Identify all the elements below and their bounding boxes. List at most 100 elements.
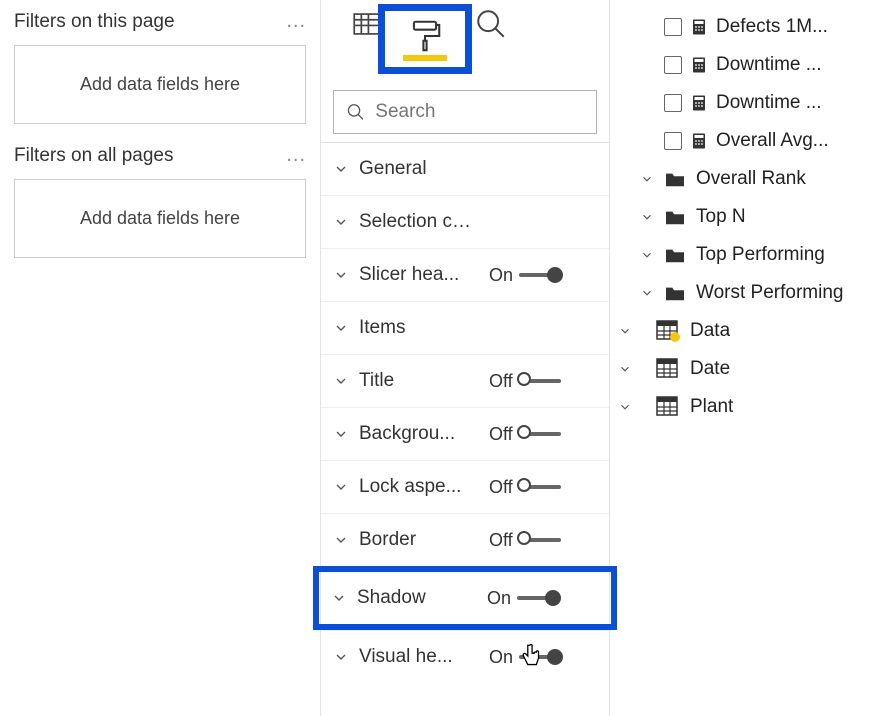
field-measure-item[interactable]: Defects 1M... <box>616 8 882 46</box>
chevron-down-icon <box>333 532 349 548</box>
toggle-state-label: On <box>487 588 511 609</box>
analytics-tab-icon[interactable] <box>471 4 511 44</box>
chevron-down-icon <box>333 267 349 283</box>
format-accordion: General Selection controls Slicer hea... On… <box>321 140 609 685</box>
toggle-state-label: Off <box>489 477 513 498</box>
format-pane: General Selection controls Slicer hea... On… <box>320 0 610 716</box>
format-section-slicer-hea-[interactable]: Slicer hea... On <box>321 248 609 301</box>
format-section-general[interactable]: General <box>321 142 609 195</box>
format-search-input[interactable] <box>375 101 584 123</box>
field-folder-item[interactable]: Worst Performing <box>616 274 882 312</box>
field-label: Top Performing <box>696 244 825 266</box>
checkbox[interactable] <box>664 56 682 74</box>
format-section-lock-aspe-[interactable]: Lock aspe... Off <box>321 460 609 513</box>
toggle-switch[interactable] <box>519 655 561 659</box>
filters-page-more-icon[interactable]: ... <box>286 10 306 33</box>
field-label: Worst Performing <box>696 282 843 304</box>
filters-allpages-more-icon[interactable]: ... <box>286 144 306 167</box>
chevron-down-icon <box>618 400 632 414</box>
filters-allpages-heading: Filters on all pages <box>14 145 173 167</box>
table-icon <box>656 320 680 342</box>
field-measure-item[interactable]: Downtime ... <box>616 46 882 84</box>
format-section-visual-he-[interactable]: Visual he... On <box>321 630 609 683</box>
chevron-down-icon <box>331 590 347 606</box>
toggle-switch[interactable] <box>519 432 561 436</box>
format-section-label: Border <box>359 529 479 551</box>
format-section-label: Items <box>359 317 479 339</box>
toggle-state-label: Off <box>489 371 513 392</box>
field-folder-item[interactable]: Top N <box>616 198 882 236</box>
field-label: Date <box>690 358 730 380</box>
calculator-icon <box>690 93 708 113</box>
format-section-label: Slicer hea... <box>359 264 479 286</box>
format-search-row[interactable] <box>333 90 597 134</box>
chevron-down-icon <box>333 649 349 665</box>
field-label: Plant <box>690 396 733 418</box>
field-table-item[interactable]: Data <box>616 312 882 350</box>
checkbox[interactable] <box>664 94 682 112</box>
field-measure-item[interactable]: Overall Avg... <box>616 122 882 160</box>
calculator-icon <box>690 131 708 151</box>
field-label: Overall Avg... <box>716 130 829 152</box>
toggle-switch[interactable] <box>519 485 561 489</box>
chevron-down-icon <box>640 248 654 262</box>
folder-icon <box>664 208 686 226</box>
toggle-state-label: Off <box>489 424 513 445</box>
format-section-border[interactable]: Border Off <box>321 513 609 566</box>
field-table-item[interactable]: Plant <box>616 388 882 426</box>
toggle-switch[interactable] <box>519 273 561 277</box>
toggle-state-label: On <box>489 265 513 286</box>
field-folder-item[interactable]: Top Performing <box>616 236 882 274</box>
format-section-label: Shadow <box>357 587 477 609</box>
field-folder-item[interactable]: Overall Rank <box>616 160 882 198</box>
field-label: Defects 1M... <box>716 16 828 38</box>
chevron-down-icon <box>618 362 632 376</box>
search-icon <box>346 101 365 123</box>
field-table-item[interactable]: Date <box>616 350 882 388</box>
chevron-down-icon <box>640 210 654 224</box>
toggle-state-label: Off <box>489 530 513 551</box>
fields-pane: Defects 1M... Downtime ... Downtime ... Ove… <box>610 0 888 716</box>
field-measure-item[interactable]: Downtime ... <box>616 84 882 122</box>
format-section-items[interactable]: Items <box>321 301 609 354</box>
filters-page-dropzone[interactable]: Add data fields here <box>14 45 306 124</box>
filters-pane: Filters on this page ... Add data fields… <box>0 0 320 716</box>
chevron-down-icon <box>333 373 349 389</box>
chevron-down-icon <box>333 320 349 336</box>
chevron-down-icon <box>618 324 632 338</box>
format-section-selection-controls[interactable]: Selection controls <box>321 195 609 248</box>
chevron-down-icon <box>333 214 349 230</box>
format-section-shadow[interactable]: Shadow On <box>313 566 617 630</box>
folder-icon <box>664 246 686 264</box>
format-section-label: General <box>359 158 479 180</box>
field-label: Overall Rank <box>696 168 806 190</box>
toggle-state-label: On <box>489 647 513 668</box>
field-label: Downtime ... <box>716 92 822 114</box>
toggle-switch[interactable] <box>519 538 561 542</box>
calculator-icon <box>690 17 708 37</box>
format-section-title[interactable]: Title Off <box>321 354 609 407</box>
checkbox[interactable] <box>664 132 682 150</box>
folder-icon <box>664 170 686 188</box>
table-icon <box>656 396 680 418</box>
filters-page-heading: Filters on this page <box>14 11 175 33</box>
chevron-down-icon <box>640 172 654 186</box>
toggle-switch[interactable] <box>519 379 561 383</box>
chevron-down-icon <box>640 286 654 300</box>
checkbox[interactable] <box>664 18 682 36</box>
filters-allpages-dropzone[interactable]: Add data fields here <box>14 179 306 258</box>
chevron-down-icon <box>333 161 349 177</box>
field-label: Top N <box>696 206 746 228</box>
format-section-label: Lock aspe... <box>359 476 479 498</box>
format-section-backgrou-[interactable]: Backgrou...Off <box>321 407 609 460</box>
table-icon <box>656 358 680 380</box>
fields-tab-icon[interactable] <box>347 4 387 44</box>
format-section-label: Title <box>359 370 479 392</box>
toggle-switch[interactable] <box>517 596 559 600</box>
folder-icon <box>664 284 686 302</box>
chevron-down-icon <box>333 426 349 442</box>
calculator-icon <box>690 55 708 75</box>
format-section-label: Selection controls <box>359 211 479 233</box>
field-label: Data <box>690 320 730 342</box>
format-section-label: Visual he... <box>359 646 479 668</box>
